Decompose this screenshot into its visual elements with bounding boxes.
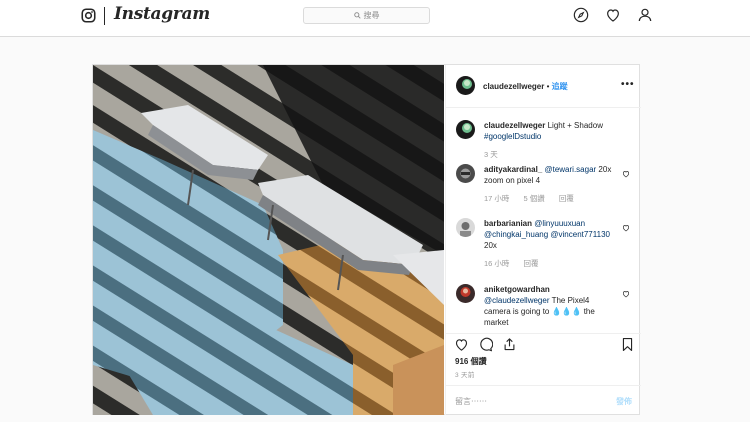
likes-count[interactable]: 916 個讚 xyxy=(455,356,487,367)
comment-text-block: aniketgowardhan @claudezellweger The Pix… xyxy=(484,284,616,328)
comment-text-block: barbarianian @linyuuuxuan @chingkai_huan… xyxy=(484,218,616,269)
comment-username[interactable]: adityakardinal_ xyxy=(484,165,542,174)
comment-like-heart-icon[interactable] xyxy=(622,290,630,298)
author-avatar[interactable] xyxy=(456,76,475,95)
search-icon xyxy=(353,12,361,19)
comment-username[interactable]: aniketgowardhan xyxy=(484,285,550,294)
post-timestamp: 3 天前 xyxy=(455,372,475,379)
instagram-wordmark[interactable]: Instagram xyxy=(114,4,210,24)
share-icon[interactable] xyxy=(502,337,517,352)
author-line: claudezellweger • 追蹤 xyxy=(483,81,568,92)
comment-reply-button[interactable]: 回覆 xyxy=(524,259,539,268)
add-comment-input[interactable]: 留言⋯⋯ xyxy=(455,396,487,407)
comment-mention[interactable]: @claudezellweger xyxy=(484,296,550,305)
caption-avatar[interactable] xyxy=(456,120,475,139)
caption-username[interactable]: claudezellweger xyxy=(484,121,545,130)
logo-divider xyxy=(104,7,105,25)
add-comment-section: 留言⋯⋯ 發佈 xyxy=(446,385,641,416)
comment-text-block: adityakardinal_ @tewari.sagar 20x zoom o… xyxy=(484,164,616,204)
commenter-avatar[interactable] xyxy=(456,218,475,237)
instagram-camera-logo-icon[interactable] xyxy=(81,8,96,23)
caption-text-block: claudezellweger Light + Shadow #googlelD… xyxy=(484,120,616,160)
post-card: claudezellweger • 追蹤 ••• claudezellweger… xyxy=(92,64,641,415)
post-photo-image xyxy=(93,65,444,415)
comment-username[interactable]: barbarianian xyxy=(484,219,532,228)
comment-reply-button[interactable]: 回覆 xyxy=(559,194,574,203)
post-comment-button[interactable]: 發佈 xyxy=(616,396,632,407)
search-placeholder: 搜尋 xyxy=(363,11,380,20)
comment-bubble-icon[interactable] xyxy=(478,337,493,352)
post-header: claudezellweger • 追蹤 ••• xyxy=(446,65,641,108)
comment-text: 20x xyxy=(484,241,497,250)
post-sidebar: claudezellweger • 追蹤 ••• claudezellweger… xyxy=(445,65,641,415)
comment-time: 16 小時 xyxy=(484,259,510,268)
comment-mention[interactable]: @tewari.sagar xyxy=(544,165,596,174)
post-action-bar xyxy=(446,333,641,358)
search-input[interactable]: 搜尋 xyxy=(303,7,430,24)
caption-text: Light + Shadow xyxy=(547,121,603,130)
comment-likes[interactable]: 5 個讚 xyxy=(524,194,545,203)
commenter-avatar[interactable] xyxy=(456,164,475,183)
commenter-avatar[interactable] xyxy=(456,284,475,303)
comment-meta: 16 小時 回覆 xyxy=(484,258,616,269)
bookmark-icon[interactable] xyxy=(620,337,635,352)
heart-icon[interactable] xyxy=(605,7,621,23)
comment-meta: 17 小時 5 個讚 回覆 xyxy=(484,193,616,204)
like-heart-icon[interactable] xyxy=(454,337,469,352)
profile-icon[interactable] xyxy=(637,7,653,23)
top-nav-bar: Instagram 搜尋 xyxy=(0,0,750,37)
caption-time: 3 天 xyxy=(484,150,498,159)
comment-like-heart-icon[interactable] xyxy=(622,224,630,232)
post-photo[interactable] xyxy=(93,65,444,415)
explore-icon[interactable] xyxy=(573,7,589,23)
comment-time: 17 小時 xyxy=(484,194,510,203)
comment-like-heart-icon[interactable] xyxy=(622,170,630,178)
caption-hashtag[interactable]: #googlelDstudio xyxy=(484,132,541,141)
follow-button[interactable]: 追蹤 xyxy=(552,82,568,91)
more-options-button[interactable]: ••• xyxy=(621,79,635,90)
author-username[interactable]: claudezellweger xyxy=(483,82,544,91)
author-separator: • xyxy=(546,82,550,91)
